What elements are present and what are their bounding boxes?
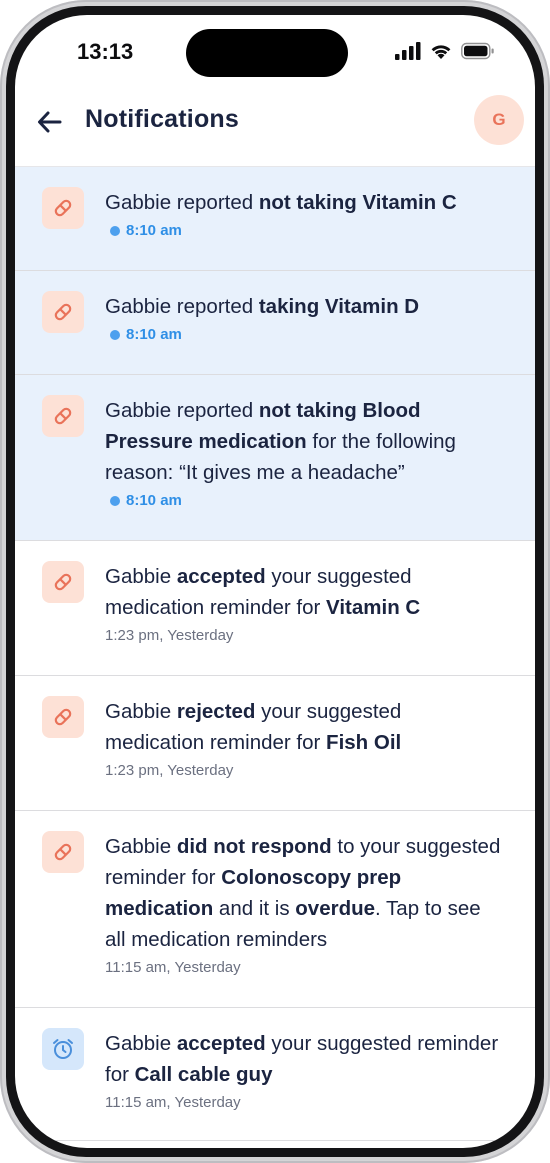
message-bold: Fish Oil [326,731,402,754]
time-text: 1:23 pm, Yesterday [105,627,234,644]
pill-icon [42,395,84,437]
notification-item[interactable]: Gabbie did not respond to your suggested… [15,811,535,1008]
status-time: 13:13 [77,39,134,64]
screen: 13:13 Notifications G Gabbie reported no… [15,15,535,1148]
alarm-icon [42,1028,84,1070]
time-text: 11:15 am, Yesterday [105,1094,241,1111]
notification-item[interactable]: Gabbie accepted your suggested medicatio… [15,541,535,676]
unread-dot [110,495,120,506]
notification-time: 8:10 am [110,326,505,343]
notification-item[interactable]: Gabbie reported not taking Blood Pressur… [15,375,535,541]
notification-message: Gabbie reported not taking Vitamin C [105,187,505,218]
notification-item[interactable]: Gabbie accepted your suggested reminder … [15,1008,535,1141]
message-bold: not taking Vitamin C [258,191,457,214]
signal-icon [395,42,421,60]
notification-list: Gabbie reported not taking Vitamin C 8:10… [15,167,535,1141]
notification-message: Gabbie reported taking Vitamin D [105,291,505,322]
notification-message: Gabbie reported not taking Blood Pressur… [105,395,505,488]
pill-icon [42,291,84,333]
message-text: Gabbie reported [105,295,259,318]
unread-dot [110,329,120,340]
message-text: Gabbie reported [105,399,259,422]
message-bold: accepted [176,565,266,588]
notification-message: Gabbie accepted your suggested medicatio… [105,561,505,623]
message-text: Gabbie [105,700,177,723]
message-bold: accepted [176,1032,266,1055]
time-text: 11:15 am, Yesterday [105,959,241,976]
time-text: 8:10 am [126,222,182,239]
page-title: Notifications [85,105,239,133]
arrow-left-icon [38,111,62,133]
message-bold: Call cable guy [134,1063,273,1086]
notification-message: Gabbie rejected your suggested medicatio… [105,696,505,758]
message-text: Gabbie [105,835,177,858]
pill-icon [42,187,84,229]
message-text: Gabbie [105,565,177,588]
pill-icon [42,831,84,873]
pill-icon [42,696,84,738]
message-bold: taking Vitamin D [258,295,420,318]
notification-item[interactable]: Gabbie rejected your suggested medicatio… [15,676,535,811]
message-text: and it is [213,897,296,920]
notification-time: 8:10 am [110,492,505,509]
notification-time: 1:23 pm, Yesterday [105,762,505,779]
notification-time: 11:15 am, Yesterday [105,1094,505,1111]
notification-time: 11:15 am, Yesterday [105,959,505,976]
time-text: 1:23 pm, Yesterday [105,762,234,779]
battery-icon [461,42,494,60]
wifi-icon [431,45,451,59]
message-text: Gabbie [105,1032,177,1055]
message-bold: rejected [176,700,256,723]
time-text: 8:10 am [126,492,182,509]
notification-message: Gabbie accepted your suggested reminder … [105,1028,505,1090]
status-icons [395,42,495,60]
notification-time: 1:23 pm, Yesterday [105,627,505,644]
back-button[interactable] [35,107,65,137]
message-bold: did not respond [176,835,332,858]
avatar[interactable]: G [474,95,524,145]
message-bold: overdue [295,897,376,920]
message-text: Gabbie reported [105,191,259,214]
notification-item[interactable]: Gabbie reported not taking Vitamin C 8:10… [15,167,535,271]
time-text: 8:10 am [126,326,182,343]
notification-item[interactable]: Gabbie reported taking Vitamin D 8:10 am [15,271,535,375]
message-bold: Vitamin C [326,596,421,619]
pill-icon [42,561,84,603]
header: Notifications G [15,91,535,167]
notification-time: 8:10 am [110,222,505,239]
notification-message: Gabbie did not respond to your suggested… [105,831,505,955]
dynamic-island [186,29,348,77]
unread-dot [110,225,120,236]
